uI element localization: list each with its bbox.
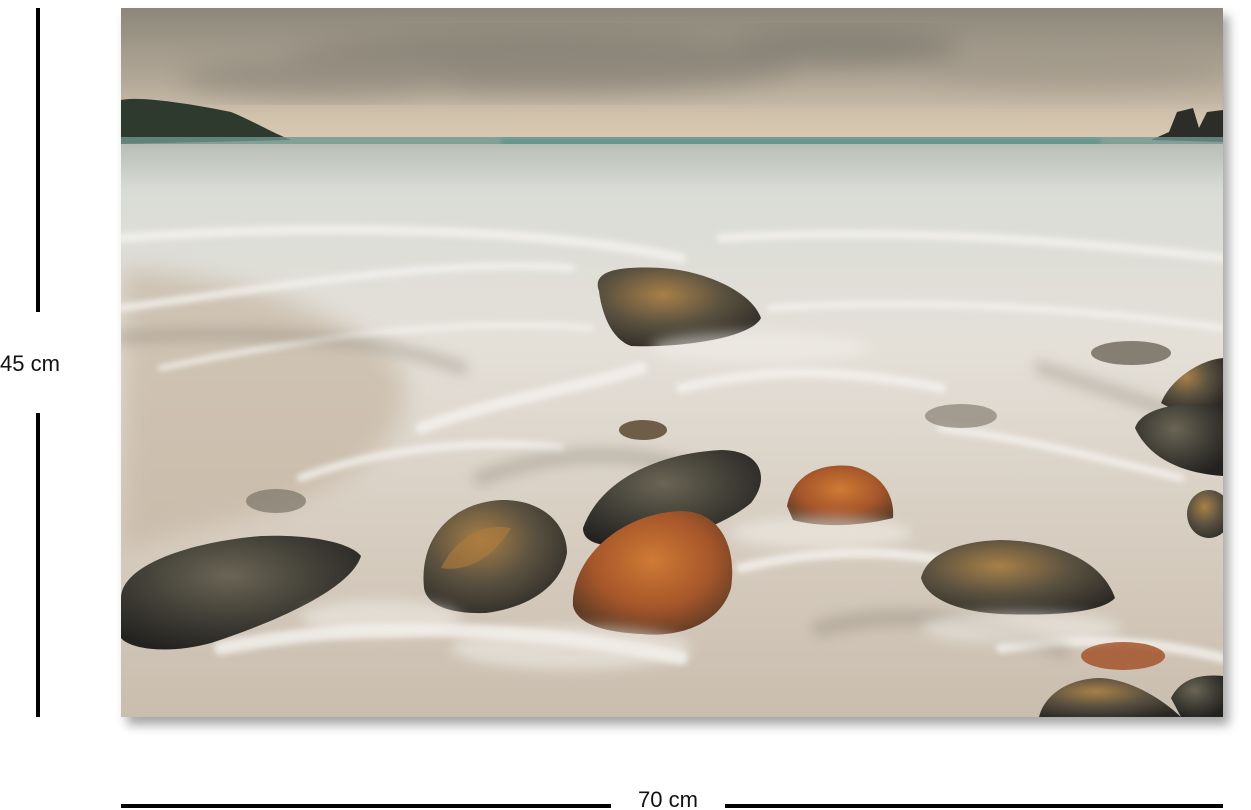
seascape-photo xyxy=(121,8,1223,717)
height-dimension-line-bottom xyxy=(36,413,40,717)
width-dimension-line-right xyxy=(725,804,1223,808)
height-dimension-label: 45 cm xyxy=(0,351,60,376)
width-dimension-line-left xyxy=(121,804,611,808)
height-dimension-line-top xyxy=(36,8,40,312)
product-dimension-view: 45 cm 70 cm xyxy=(0,0,1251,810)
width-dimension-label: 70 cm xyxy=(638,787,698,810)
canvas-print-image xyxy=(121,8,1223,717)
